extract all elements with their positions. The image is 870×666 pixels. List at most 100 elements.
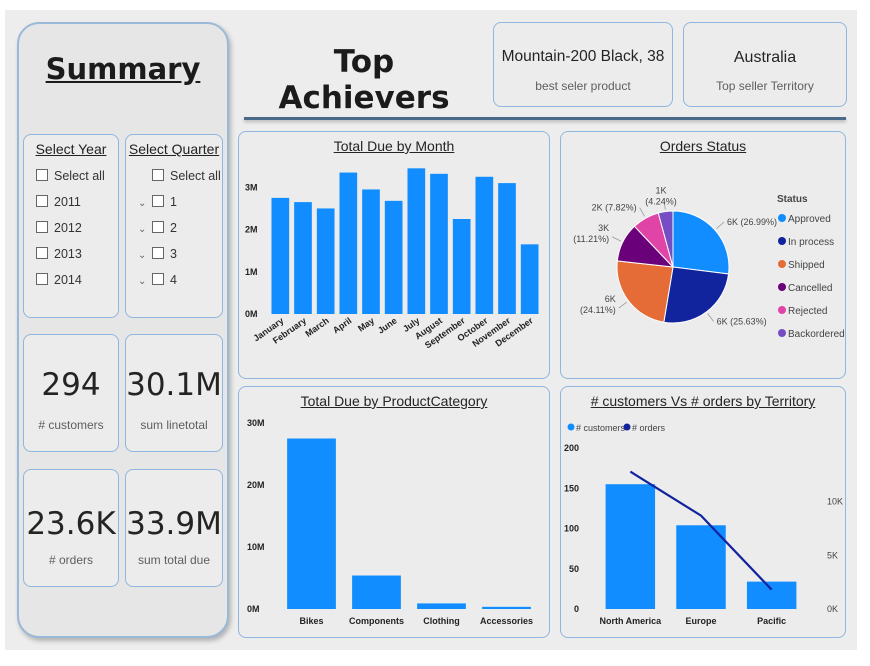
year-option-2012[interactable]: 2012 [36,221,82,235]
x-tick-label: Components [349,616,404,626]
legend-swatch [778,306,786,314]
best-product-value: Mountain-200 Black, 38 [501,48,665,65]
kpi-card-total-due: 33.9M sum total due [125,469,223,587]
x-tick-label: Europe [685,616,716,626]
x-tick-label: April [331,315,354,335]
checkbox-icon[interactable] [152,221,164,233]
legend-item: In process [788,237,834,248]
quarter-option-1[interactable]: ⌄ 1 [138,195,177,209]
kpi-value: 294 [41,367,101,403]
pie-slice-approved [672,210,730,275]
bar-april [339,172,358,314]
kpi-card-orders: 23.6K # orders [23,469,119,587]
pie-leader-line [707,313,714,322]
checkbox-icon[interactable] [36,273,48,285]
orders-status-pie: 6K (26.99%) 6K (25.63%) 6K(24.11%) 3K(11.21… [573,186,845,340]
y-left-tick-label: 50 [569,564,579,574]
pie-data-label: (24.11%) [580,305,616,315]
checkbox-icon[interactable] [152,273,164,285]
kpi-card-customers: 294 # customers [23,334,119,452]
legend-swatch [778,329,786,337]
x-tick-label: Accessories [480,616,533,626]
legend-swatch [623,423,631,431]
y-tick-label: 0M [247,604,260,614]
summary-title: Summary [45,52,201,86]
pie-leader-line [611,236,622,242]
kpi-value: 30.1M [126,367,222,403]
chart-total-due-by-category: Total Due by ProductCategory 0M 10M 20M 30M… [238,386,550,638]
quarter-option-3[interactable]: ⌄ 3 [138,247,177,261]
quarter-option-all[interactable]: Select all [152,169,221,183]
y-tick-label: 10M [247,542,265,552]
chevron-down-icon[interactable]: ⌄ [138,198,152,209]
kpi-label: # customers [38,418,104,432]
bar-customers [605,484,656,609]
bar-july [407,168,426,314]
y-right-tick-label: 10K [827,497,843,507]
checkbox-icon[interactable] [152,247,164,259]
kpi-value: 23.6K [26,506,116,542]
x-tick-label: Bikes [299,616,323,626]
year-option-all[interactable]: Select all [36,169,105,183]
y-right-tick-label: 5K [827,550,838,560]
chart-orders-status: Orders Status 6K (26.99%) 6K (25.63%) 6K (2… [560,131,846,379]
legend-item: Approved [788,214,831,225]
kpi-value: 33.9M [126,506,222,542]
y-left-tick-label: 0 [574,604,579,614]
y-right-tick-label: 0K [827,604,838,614]
legend-item: Shipped [788,260,825,271]
y-tick-label: 0M [245,309,258,319]
best-product-card: Mountain-200 Black, 38 best seler produc… [493,22,673,107]
pie-data-label: (11.21%) [573,234,609,244]
chart-total-due-by-month: Total Due by Month 0M 1M 2M 3M January Februa… [238,131,550,379]
y-tick-label: 2M [245,225,258,235]
pie-data-label: (4.24%) [645,197,677,207]
x-tick-label: Pacific [757,616,786,626]
year-option-2014[interactable]: 2014 [36,273,82,287]
bar-accessories [482,606,531,609]
pie-leader-line [618,301,628,309]
pie-data-label: 2K (7.82%) [592,203,637,213]
quarter-option-2[interactable]: ⌄ 2 [138,221,177,235]
legend-item: Cancelled [788,283,832,294]
quarter-slicer-title: Select Quarter [128,141,220,157]
legend-item: Backordered [788,329,845,340]
checkbox-icon[interactable] [36,247,48,259]
pie-slice-in-process [663,266,730,324]
x-tick-label: Clothing [423,616,460,626]
y-tick-label: 1M [245,267,258,277]
checkbox-icon[interactable] [152,195,164,207]
category-bar-chart: 0M 10M 20M 30M Bikes Components Clothing Access… [247,418,533,626]
bar-customers [676,525,726,609]
year-option-2013[interactable]: 2013 [36,247,82,261]
legend-swatch [778,283,786,291]
checkbox-icon[interactable] [36,195,48,207]
month-bar-chart: 0M1M2M3MJanuaryFebruaryMarch April May June… [245,168,539,350]
legend-swatch [778,237,786,245]
quarter-option-4[interactable]: ⌄ 4 [138,273,177,287]
bar-august [430,173,448,314]
bar-bikes [287,438,336,609]
checkbox-icon[interactable] [36,169,48,181]
y-left-tick-label: 200 [564,443,579,453]
pie-leader-line [716,221,725,229]
quarter-slicer: Select Quarter Select all ⌄ 1 ⌄ 2 ⌄ 3 ⌄ 4 [125,134,223,318]
chart-customers-orders-territory: # customers Vs # orders by Territory # c… [560,386,846,638]
pie-data-label: 6K (25.63%) [717,317,767,327]
bar-september [452,219,471,314]
checkbox-icon[interactable] [152,169,164,181]
chevron-down-icon[interactable]: ⌄ [138,224,152,235]
pie-leader-line [639,207,645,217]
chevron-down-icon[interactable]: ⌄ [138,276,152,287]
y-tick-label: 3M [245,182,258,192]
y-left-tick-label: 100 [564,524,579,534]
year-slicer-title: Select Year [35,141,107,157]
x-tick-label: North America [599,616,662,626]
pie-data-label: 6K (26.99%) [727,217,777,227]
chevron-down-icon[interactable]: ⌄ [138,250,152,261]
legend-title: Status [777,194,808,205]
checkbox-icon[interactable] [36,221,48,233]
kpi-label: # orders [48,553,94,567]
year-option-2011[interactable]: 2011 [36,195,81,209]
x-tick-label: May [356,315,376,333]
